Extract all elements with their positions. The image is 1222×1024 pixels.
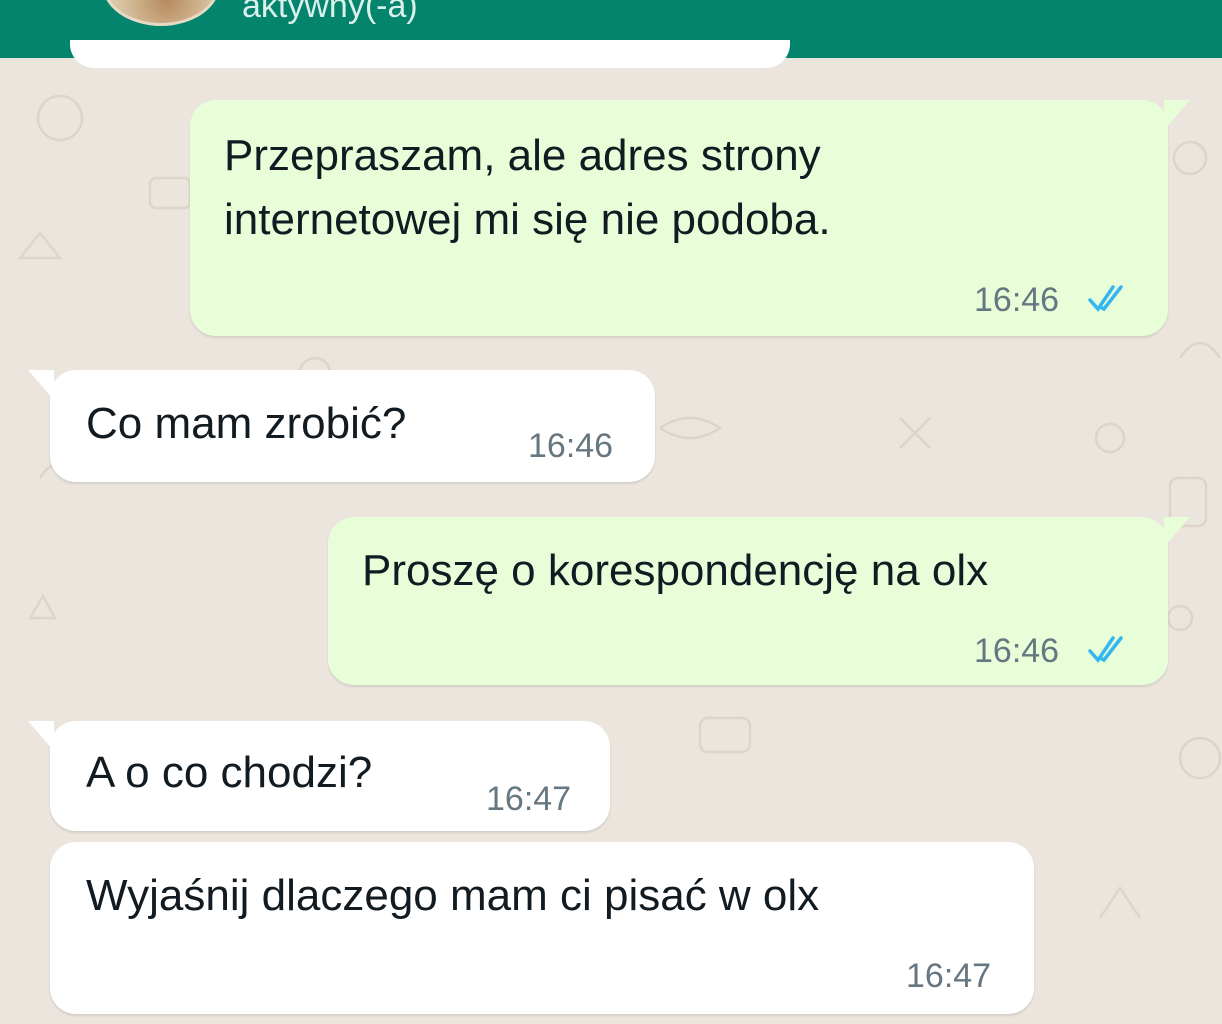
- message-text: internetowej mi się nie podoba.: [224, 195, 831, 244]
- message-bubble-outgoing[interactable]: Przepraszam, ale adres strony internetow…: [190, 100, 1190, 336]
- message-time: 16:46: [974, 632, 1060, 670]
- contact-status: aktywny(-a): [242, 0, 418, 25]
- double-check-read-icon: [1088, 636, 1123, 663]
- contact-avatar[interactable]: [102, 0, 220, 26]
- message-time: 16:47: [486, 780, 572, 818]
- message-time: 16:46: [528, 427, 614, 465]
- bubble-tail: [1164, 517, 1190, 547]
- message-bubble-incoming[interactable]: Co mam zrobić? 16:46: [28, 370, 655, 482]
- message-time: 16:46: [974, 281, 1060, 319]
- message-bubble-incoming[interactable]: Wyjaśnij dlaczego mam ci pisać w olx 16:…: [50, 842, 1034, 1014]
- message-bubble-outgoing[interactable]: Proszę o korespondencję na olx 16:46: [328, 517, 1190, 685]
- message-text: Proszę o korespondencję na olx: [362, 546, 989, 595]
- message-text: Co mam zrobić?: [86, 399, 407, 448]
- message-text: A o co chodzi?: [86, 748, 373, 797]
- message-text: Wyjaśnij dlaczego mam ci pisać w olx: [86, 871, 820, 920]
- message-time: 16:47: [906, 957, 992, 995]
- bubble-tail: [28, 721, 54, 751]
- bubble-tail: [1164, 100, 1190, 130]
- bubble-tail: [28, 370, 54, 400]
- message-text: Przepraszam, ale adres strony: [224, 131, 821, 180]
- message-bubble-incoming[interactable]: A o co chodzi? 16:47: [28, 721, 610, 831]
- previous-message-edge: [70, 40, 790, 68]
- double-check-read-icon: [1088, 285, 1123, 312]
